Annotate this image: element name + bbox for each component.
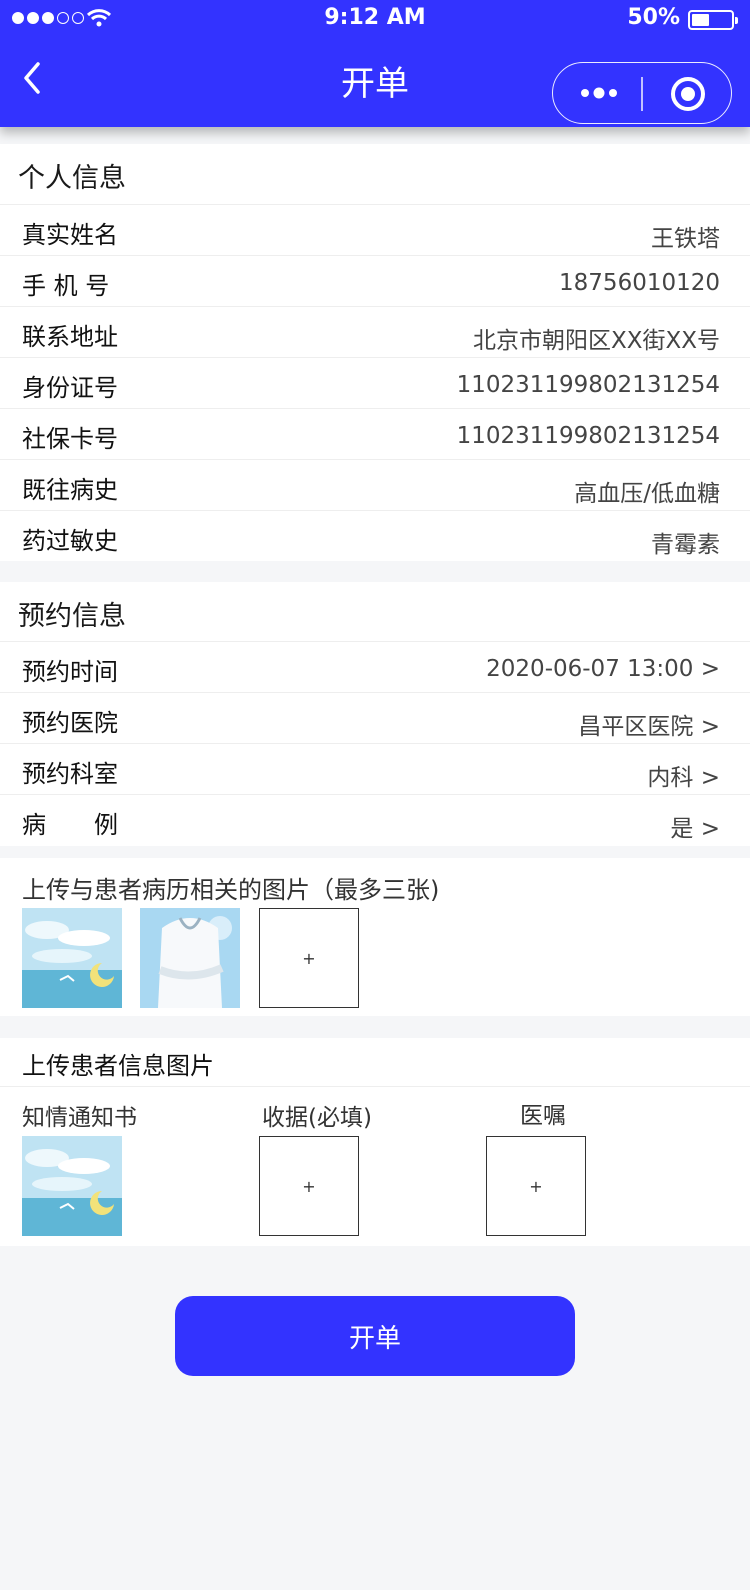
status-bar: 9:12 AM 50%	[0, 0, 750, 40]
info-row-id-card: 身份证号 110231199802131254	[0, 357, 750, 409]
row-value: 110231199802131254	[456, 372, 720, 398]
row-value: 昌平区医院 >	[578, 714, 720, 740]
row-label: 真实姓名	[22, 221, 118, 249]
info-row-allergy: 药过敏史 青霉素	[0, 510, 750, 562]
row-label: 预约科室	[22, 760, 118, 788]
patient-upload-title: 上传患者信息图片	[22, 1052, 214, 1080]
row-value: 王铁塔	[651, 226, 720, 252]
appointment-row-department[interactable]: 预约科室 内科 >	[0, 743, 750, 795]
personal-info-section: 个人信息 真实姓名 王铁塔 手 机 号 18756010120 联系地址 北京市…	[0, 144, 750, 561]
medical-order-label: 医嘱	[520, 1103, 566, 1129]
app-header: 9:12 AM 50% 开单	[0, 0, 750, 127]
uploaded-consent-image[interactable]	[22, 1136, 122, 1236]
row-value: 110231199802131254	[456, 423, 720, 449]
consent-label: 知情通知书	[22, 1105, 137, 1131]
uploaded-image-doctor[interactable]	[140, 908, 240, 1008]
receipt-label: 收据(必填)	[262, 1105, 372, 1131]
add-medical-order-button[interactable]: +	[486, 1136, 586, 1236]
patient-upload-section: 上传患者信息图片 知情通知书 收据(必填) 医嘱 + +	[0, 1038, 750, 1246]
info-row-social-card: 社保卡号 110231199802131254	[0, 408, 750, 460]
row-value: 是 >	[670, 816, 720, 842]
battery-icon	[688, 10, 738, 30]
info-row-history: 既往病史 高血压/低血糖	[0, 459, 750, 511]
add-receipt-button[interactable]: +	[259, 1136, 359, 1236]
mini-program-capsule	[552, 62, 732, 124]
appointment-section: 预约信息 预约时间 2020-06-07 13:00 > 预约医院 昌平区医院 …	[0, 582, 750, 846]
section-title-appointment: 预约信息	[18, 601, 126, 632]
medical-upload-section: 上传与患者病历相关的图片（最多三张) +	[0, 858, 750, 1016]
more-dots-icon[interactable]	[577, 85, 621, 101]
section-title-personal: 个人信息	[18, 163, 126, 194]
row-label: 药过敏史	[22, 527, 118, 555]
appointment-row-hospital[interactable]: 预约医院 昌平区医院 >	[0, 692, 750, 744]
row-label: 既往病史	[22, 476, 118, 504]
medical-upload-title: 上传与患者病历相关的图片（最多三张)	[22, 876, 440, 904]
uploaded-image-sea[interactable]	[22, 908, 122, 1008]
row-label: 病 例	[22, 811, 118, 839]
row-value: 高血压/低血糖	[574, 481, 720, 507]
row-value: 青霉素	[651, 532, 720, 558]
info-row-phone: 手 机 号 18756010120	[0, 255, 750, 307]
target-circle-icon[interactable]	[671, 77, 705, 111]
row-label: 手 机 号	[22, 272, 110, 300]
capsule-divider	[641, 77, 643, 111]
row-label: 身份证号	[22, 374, 118, 402]
submit-order-button[interactable]: 开单	[175, 1296, 575, 1376]
row-value: 北京市朝阳区XX街XX号	[472, 328, 720, 354]
row-label: 联系地址	[22, 323, 118, 351]
row-value: 内科 >	[647, 765, 720, 791]
row-label: 预约时间	[22, 658, 118, 686]
appointment-row-case[interactable]: 病 例 是 >	[0, 794, 750, 846]
appointment-row-time[interactable]: 预约时间 2020-06-07 13:00 >	[0, 641, 750, 693]
divider	[0, 1086, 750, 1087]
row-label: 社保卡号	[22, 425, 118, 453]
add-image-button[interactable]: +	[259, 908, 359, 1008]
row-value: 2020-06-07 13:00 >	[486, 656, 720, 682]
info-row-address: 联系地址 北京市朝阳区XX街XX号	[0, 306, 750, 358]
row-value: 18756010120	[559, 270, 720, 296]
info-row-name: 真实姓名 王铁塔	[0, 204, 750, 256]
row-label: 预约医院	[22, 709, 118, 737]
battery-percent: 50%	[627, 5, 680, 30]
